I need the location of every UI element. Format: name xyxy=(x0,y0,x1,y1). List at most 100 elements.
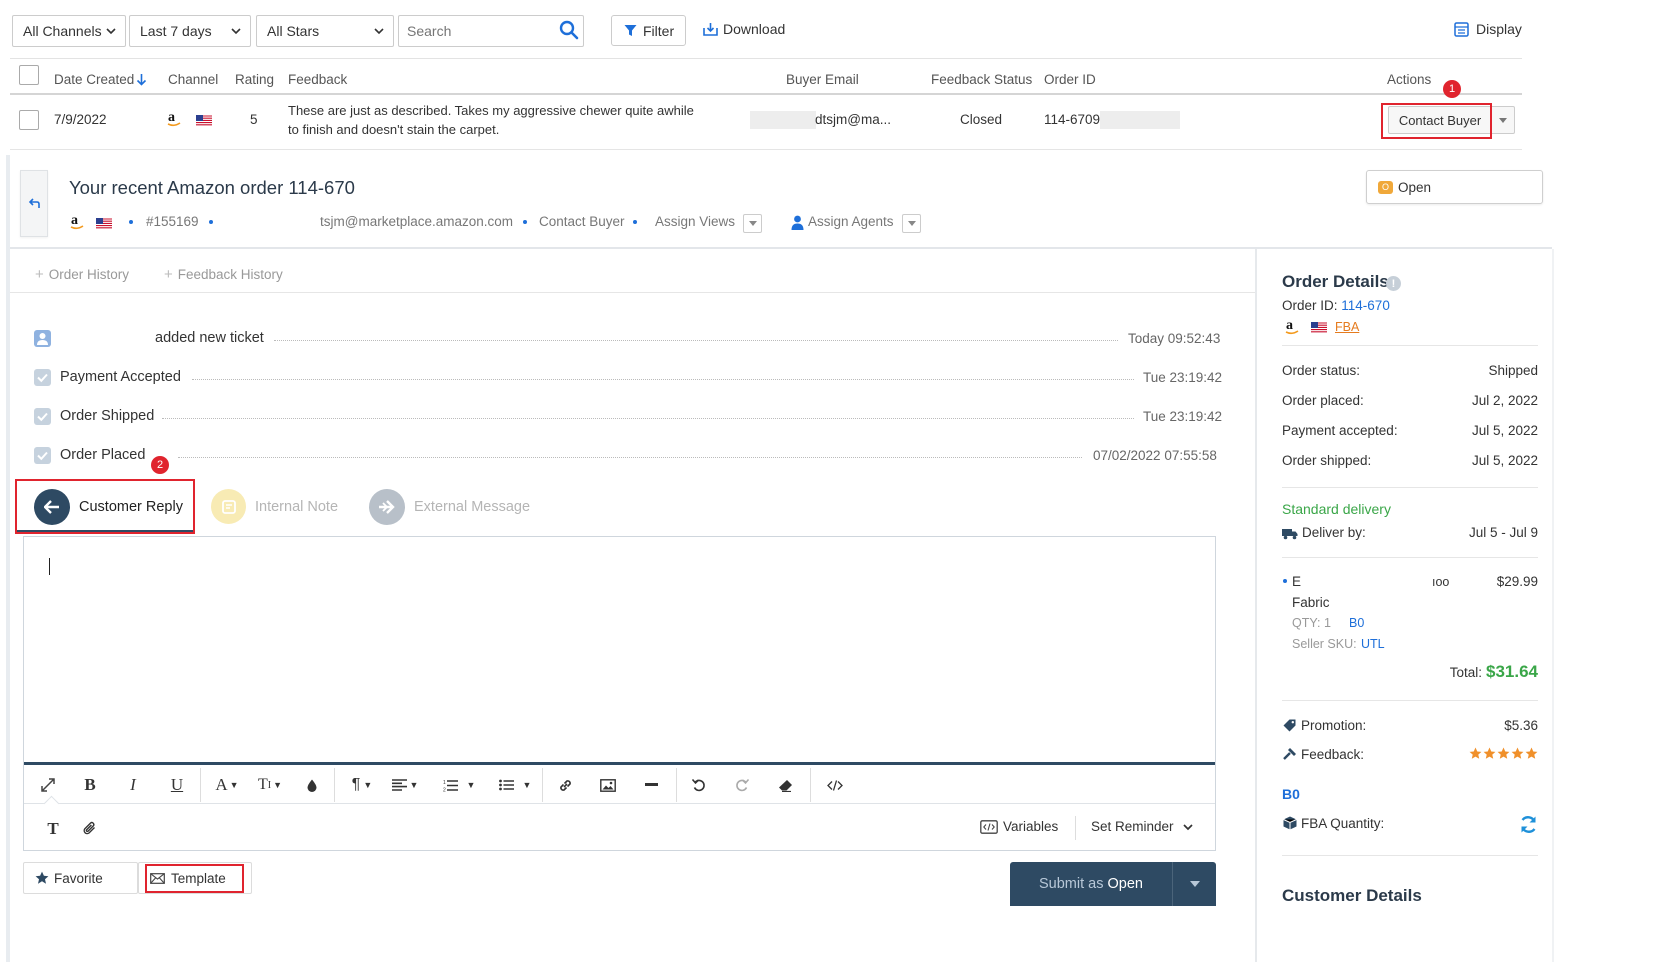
asin-heading-link[interactable]: B0 xyxy=(1282,786,1300,802)
contact-buyer-dropdown[interactable] xyxy=(1492,106,1515,134)
chevron-down-icon xyxy=(105,25,117,37)
payment-accepted-label: Payment accepted: xyxy=(1282,423,1398,438)
internal-note-tab[interactable]: Internal Note xyxy=(211,489,338,524)
filter-button[interactable]: Filter xyxy=(611,15,686,46)
item-sku-label: Seller SKU: xyxy=(1292,637,1357,651)
variables-button[interactable]: Variables xyxy=(980,819,1058,834)
align-dropdown[interactable]: ▼ xyxy=(389,770,421,800)
assign-views-dropdown[interactable] xyxy=(743,214,762,233)
feedback-stars xyxy=(1469,747,1538,760)
highlight-template xyxy=(145,864,244,893)
star-icon xyxy=(1497,747,1510,759)
timeline-label: Order Shipped xyxy=(60,408,155,424)
display-icon xyxy=(1454,21,1469,37)
dot-separator xyxy=(633,220,637,224)
assign-agents-dropdown[interactable] xyxy=(902,214,921,233)
status-open-icon: O xyxy=(1378,180,1393,194)
code-view-icon[interactable] xyxy=(825,770,845,800)
row-checkbox[interactable] xyxy=(19,110,39,130)
star-icon xyxy=(35,871,49,885)
item-price: $29.99 xyxy=(1496,574,1538,589)
dot-separator xyxy=(129,220,133,224)
dot-separator xyxy=(209,220,213,224)
submit-status: Open xyxy=(1107,876,1143,892)
date-range-select[interactable]: Last 7 days xyxy=(129,15,251,47)
item-qty: QTY: 1 xyxy=(1292,616,1331,630)
link-icon[interactable] xyxy=(556,770,574,800)
feedback-history-label: Feedback History xyxy=(177,267,283,282)
stars-select[interactable]: All Stars xyxy=(256,15,394,47)
amazon-logo-icon: a xyxy=(167,110,181,128)
header-date-created[interactable]: Date Created xyxy=(54,72,147,87)
svg-text:a: a xyxy=(1286,318,1293,333)
underline-button[interactable]: U xyxy=(166,770,188,800)
undo-icon[interactable] xyxy=(690,770,708,800)
check-icon xyxy=(34,369,51,386)
text-format-icon[interactable]: T xyxy=(43,814,63,844)
chevron-down-icon xyxy=(1182,823,1193,831)
order-history-tab[interactable]: + Order History xyxy=(35,266,129,283)
truck-icon xyxy=(1282,528,1298,540)
select-all-checkbox[interactable] xyxy=(19,65,39,85)
font-family-dropdown[interactable]: A ▼ xyxy=(211,770,243,800)
gavel-icon xyxy=(1283,747,1297,761)
variables-label: Variables xyxy=(1003,819,1059,834)
image-icon[interactable] xyxy=(599,770,617,800)
eraser-icon[interactable] xyxy=(776,770,794,800)
italic-button[interactable]: I xyxy=(123,770,143,800)
display-button[interactable]: Display xyxy=(1454,21,1522,37)
row-feedback-line2: to finish and doesn't stain the carpet. xyxy=(288,122,500,137)
deliver-by-label: Deliver by: xyxy=(1302,525,1366,540)
channel-select-value: All Channels xyxy=(23,23,102,39)
favorite-label: Favorite xyxy=(54,870,103,886)
attachment-icon[interactable] xyxy=(80,814,100,844)
item-sku-value[interactable]: UTL xyxy=(1361,637,1385,651)
search-input[interactable] xyxy=(398,15,584,47)
set-reminder-dropdown[interactable]: Set Reminder xyxy=(1091,819,1193,834)
favorite-button[interactable]: Favorite xyxy=(23,862,138,894)
svg-text:a: a xyxy=(71,213,78,228)
bold-button[interactable]: B xyxy=(80,770,100,800)
item-asin-link[interactable]: B0 xyxy=(1349,616,1364,630)
download-button[interactable]: Download xyxy=(703,21,785,37)
sort-arrow-icon xyxy=(136,73,147,86)
paragraph-dropdown[interactable]: ¶ ▼ xyxy=(347,770,377,800)
submit-button[interactable]: Submit as Open xyxy=(1010,862,1172,906)
assign-agents-label: Assign Agents xyxy=(808,214,894,229)
external-message-tab[interactable]: External Message xyxy=(369,489,530,525)
date-range-value: Last 7 days xyxy=(140,23,212,39)
table-row[interactable]: 7/9/2022 a 5 These are just as described… xyxy=(10,95,1522,149)
download-icon xyxy=(703,22,718,36)
back-button[interactable] xyxy=(20,170,48,237)
timeline-time: Tue 23:19:42 xyxy=(1143,409,1223,424)
submit-dropdown[interactable] xyxy=(1172,862,1216,906)
fullscreen-icon[interactable] xyxy=(37,770,59,800)
bullet-dot xyxy=(1283,579,1287,583)
font-size-dropdown[interactable]: T I ▼ xyxy=(254,770,286,800)
horizontal-rule-icon[interactable] xyxy=(642,770,660,800)
order-id-link[interactable]: 114-670 xyxy=(1341,298,1390,313)
ordered-list-dropdown[interactable]: 1 2 ▼ xyxy=(438,770,480,800)
highlight-contact-buyer xyxy=(1381,103,1492,139)
timeline-time: Tue 23:19:42 xyxy=(1143,370,1223,385)
download-label: Download xyxy=(723,21,786,37)
box-icon xyxy=(1283,816,1297,830)
channel-select[interactable]: All Channels xyxy=(12,15,126,47)
contact-buyer-link[interactable]: Contact Buyer xyxy=(539,214,625,229)
unordered-list-dropdown[interactable]: ▼ xyxy=(494,770,536,800)
refresh-icon[interactable] xyxy=(1519,815,1538,834)
feedback-history-tab[interactable]: + Feedback History xyxy=(164,266,283,283)
ticket-status-button[interactable]: O Open xyxy=(1366,170,1543,204)
header-feedback: Feedback xyxy=(288,72,348,87)
amazon-logo-icon: a xyxy=(1285,318,1299,336)
redo-icon[interactable] xyxy=(733,770,751,800)
order-status-value: Shipped xyxy=(1488,363,1538,378)
text-color-icon[interactable] xyxy=(304,770,320,800)
order-status-label: Order status: xyxy=(1282,363,1361,378)
search-icon[interactable] xyxy=(559,20,579,40)
svg-text:a: a xyxy=(168,110,175,125)
plus-icon: + xyxy=(35,266,44,283)
fba-link[interactable]: FBA xyxy=(1335,320,1359,334)
delivery-type: Standard delivery xyxy=(1282,501,1391,517)
help-icon[interactable]: ! xyxy=(1386,276,1401,291)
